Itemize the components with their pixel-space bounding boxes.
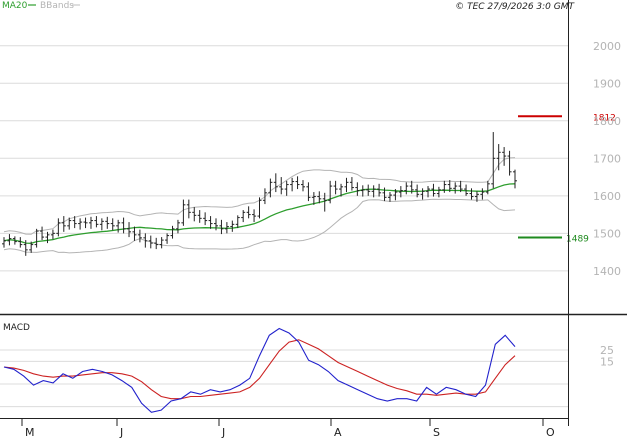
ohlc-bar: [344, 177, 349, 193]
price-tick-label: 1400: [593, 265, 621, 278]
month-label: J: [119, 426, 123, 439]
ohlc-bar: [273, 173, 278, 193]
ohlc-bar: [469, 188, 474, 200]
ohlc-bar: [328, 180, 333, 204]
price-tick-label: 1800: [593, 115, 621, 128]
ohlc-bar: [366, 184, 371, 196]
ohlc-bar: [50, 229, 55, 240]
copyright-text: © TEC 27/9/2026 3:0 GMT: [455, 2, 575, 12]
ohlc-bar: [333, 180, 338, 195]
ohlc-bar: [78, 218, 83, 230]
ohlc-bar: [159, 237, 164, 249]
macd-title: MACD: [3, 323, 30, 333]
ohlc-bar: [2, 237, 6, 248]
price-bars: [2, 132, 517, 256]
price-levels: 18121489: [518, 113, 616, 244]
ohlc-bar: [507, 150, 512, 176]
ohlc-bar: [300, 180, 305, 192]
ohlc-bar: [502, 147, 507, 166]
month-label: J: [221, 426, 225, 439]
month-label: A: [334, 426, 342, 439]
ohlc-bar: [83, 217, 88, 229]
ohlc-bar: [387, 192, 392, 202]
ohlc-bar: [127, 222, 132, 238]
ohlc-bar: [170, 225, 175, 239]
ohlc-bar: [94, 216, 99, 228]
ohlc-bar: [485, 180, 490, 195]
ohlc-bar: [513, 169, 517, 189]
month-label: M: [25, 426, 35, 439]
chart-canvas: 18121489 1400150016001700180019002000251…: [0, 0, 627, 439]
ohlc-bar: [181, 199, 186, 226]
macd-panel: [0, 327, 568, 413]
grid-lines: [0, 45, 568, 272]
axis-labels: 14001500160017001800190020002515M J J A S O: [25, 40, 621, 439]
legend-ma20: MA20: [2, 1, 28, 11]
ohlc-bar: [219, 219, 224, 235]
ohlc-bar: [203, 212, 208, 226]
ohlc-bar: [230, 220, 235, 232]
ohlc-bar: [105, 216, 110, 229]
ohlc-bar: [165, 233, 170, 244]
ohlc-bar: [137, 229, 142, 243]
ohlc-bar: [116, 219, 121, 233]
support-label: 1489: [566, 234, 589, 244]
ohlc-bar: [61, 216, 66, 232]
stock-chart: 1812 1489 1400 1500 1600 1700 1800 1900 2000 25 1…: [0, 0, 627, 440]
macd-tick-label: 15: [600, 355, 614, 368]
ohlc-bar: [192, 207, 197, 222]
ohlc-bar: [154, 237, 159, 250]
ohlc-bar: [420, 188, 425, 200]
ohlc-bar: [208, 216, 213, 229]
month-label: S: [433, 426, 440, 439]
price-tick-label: 1700: [593, 152, 621, 165]
macd-line: [3, 327, 516, 413]
ohlc-bar: [197, 210, 202, 223]
ohlc-bar: [360, 185, 365, 197]
signal-line: [3, 339, 516, 400]
ohlc-bar: [355, 182, 360, 196]
ohlc-bar: [121, 217, 126, 234]
ohlc-bar: [284, 180, 289, 196]
ohlc-bar: [279, 177, 284, 195]
legend-bbands: BBands: [40, 1, 74, 11]
price-tick-label: 1500: [593, 227, 621, 240]
ohlc-bar: [491, 132, 496, 189]
ohlc-bar: [252, 209, 257, 223]
ohlc-bar: [290, 177, 295, 192]
price-tick-label: 1600: [593, 190, 621, 203]
price-tick-label: 1900: [593, 77, 621, 90]
month-label: O: [546, 426, 555, 439]
ohlc-bar: [453, 182, 458, 194]
ohlc-bar: [246, 206, 251, 219]
ohlc-bar: [99, 218, 104, 231]
ohlc-bar: [306, 182, 311, 202]
ohlc-bar: [295, 176, 300, 190]
ohlc-bar: [268, 178, 273, 198]
ohlc-bar: [241, 210, 246, 223]
ohlc-bar: [480, 188, 485, 200]
ohlc-bar: [404, 182, 409, 195]
ohlc-bar: [235, 215, 240, 229]
ohlc-bar: [349, 177, 354, 191]
ohlc-bar: [175, 219, 180, 234]
ohlc-bar: [88, 216, 93, 229]
ohlc-bar: [110, 218, 115, 231]
price-tick-label: 2000: [593, 40, 621, 53]
ohlc-bar: [442, 180, 447, 193]
legend: MA20 BBands: [2, 1, 80, 11]
